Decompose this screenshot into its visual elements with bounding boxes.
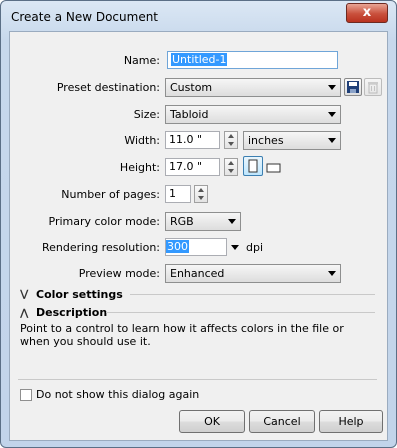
name-input[interactable]: Untitled-1 [167, 51, 338, 69]
preview-mode-label: Preview mode: [78, 267, 160, 280]
dialog-body: Name: Untitled-1 Preset destination: Cus… [9, 31, 388, 441]
spin-down-icon [228, 169, 234, 173]
size-select[interactable]: Tabloid [165, 105, 341, 124]
resolution-value: 300 [166, 240, 189, 253]
chevron-down-icon [328, 138, 336, 143]
portrait-orientation-button[interactable] [243, 156, 263, 176]
spin-up-icon [228, 161, 234, 165]
size-label: Size: [133, 108, 160, 121]
expand-chevron-icon[interactable]: ⋁ [20, 289, 28, 300]
dialog-title: Create a New Document [11, 10, 159, 24]
spin-down-icon [198, 196, 204, 200]
description-text: Point to a control to learn how it affec… [20, 322, 344, 348]
collapse-chevron-icon[interactable]: ⋀ [20, 308, 28, 319]
color-settings-header[interactable]: Color settings [36, 288, 123, 301]
width-spinner[interactable] [224, 131, 238, 149]
landscape-page-icon [266, 163, 281, 173]
help-button[interactable]: Help [319, 410, 383, 433]
footer-separator [18, 379, 377, 380]
color-mode-select[interactable]: RGB [165, 212, 241, 231]
pages-label: Number of pages: [61, 188, 160, 201]
chevron-down-icon[interactable] [231, 245, 239, 250]
units-select[interactable]: inches [243, 131, 341, 150]
spin-down-icon [228, 142, 234, 146]
dont-show-checkbox[interactable] [20, 389, 32, 401]
cancel-button[interactable]: Cancel [249, 410, 315, 433]
close-button[interactable]: x [346, 3, 388, 23]
resolution-combo[interactable]: 300 [165, 238, 240, 256]
trash-icon [368, 82, 378, 94]
width-label: Width: [124, 134, 160, 147]
chevron-down-icon [328, 85, 336, 90]
pages-input[interactable]: 1 [165, 185, 191, 203]
resolution-label: Rendering resolution: [42, 241, 160, 254]
description-header[interactable]: Description [36, 306, 107, 319]
ok-button[interactable]: OK [179, 410, 245, 433]
floppy-disk-icon [347, 81, 359, 93]
height-label: Height: [119, 161, 160, 174]
preset-destination-label: Preset destination: [56, 81, 160, 94]
size-value: Tabloid [170, 108, 209, 121]
landscape-orientation-button[interactable] [265, 158, 283, 176]
chevron-down-icon [328, 271, 336, 276]
dont-show-label: Do not show this dialog again [36, 388, 200, 401]
dialog-window: Create a New Document x Name: Untitled-1… [0, 0, 397, 448]
preview-mode-value: Enhanced [170, 267, 225, 280]
name-value: Untitled-1 [171, 53, 228, 66]
spin-up-icon [228, 134, 234, 138]
color-mode-label: Primary color mode: [48, 215, 161, 228]
preview-mode-select[interactable]: Enhanced [165, 264, 341, 283]
chevron-down-icon [228, 219, 236, 224]
chevron-down-icon [328, 112, 336, 117]
color-mode-value: RGB [170, 215, 194, 228]
resolution-unit: dpi [246, 241, 264, 254]
portrait-page-icon [248, 159, 258, 173]
height-spinner[interactable] [224, 158, 238, 176]
title-bar[interactable]: Create a New Document x [1, 1, 396, 31]
preset-destination-value: Custom [170, 81, 213, 94]
name-label: Name: [123, 54, 160, 67]
pages-spinner[interactable] [194, 185, 208, 203]
separator [106, 312, 375, 313]
separator [130, 294, 375, 295]
units-value: inches [248, 134, 284, 147]
width-input[interactable]: 11.0 " [165, 131, 220, 149]
height-input[interactable]: 17.0 " [165, 158, 220, 176]
preset-destination-select[interactable]: Custom [165, 78, 341, 97]
spin-up-icon [198, 188, 204, 192]
save-preset-button[interactable] [344, 78, 362, 96]
delete-preset-button[interactable] [364, 78, 382, 96]
resolution-input[interactable]: 300 [165, 238, 227, 256]
